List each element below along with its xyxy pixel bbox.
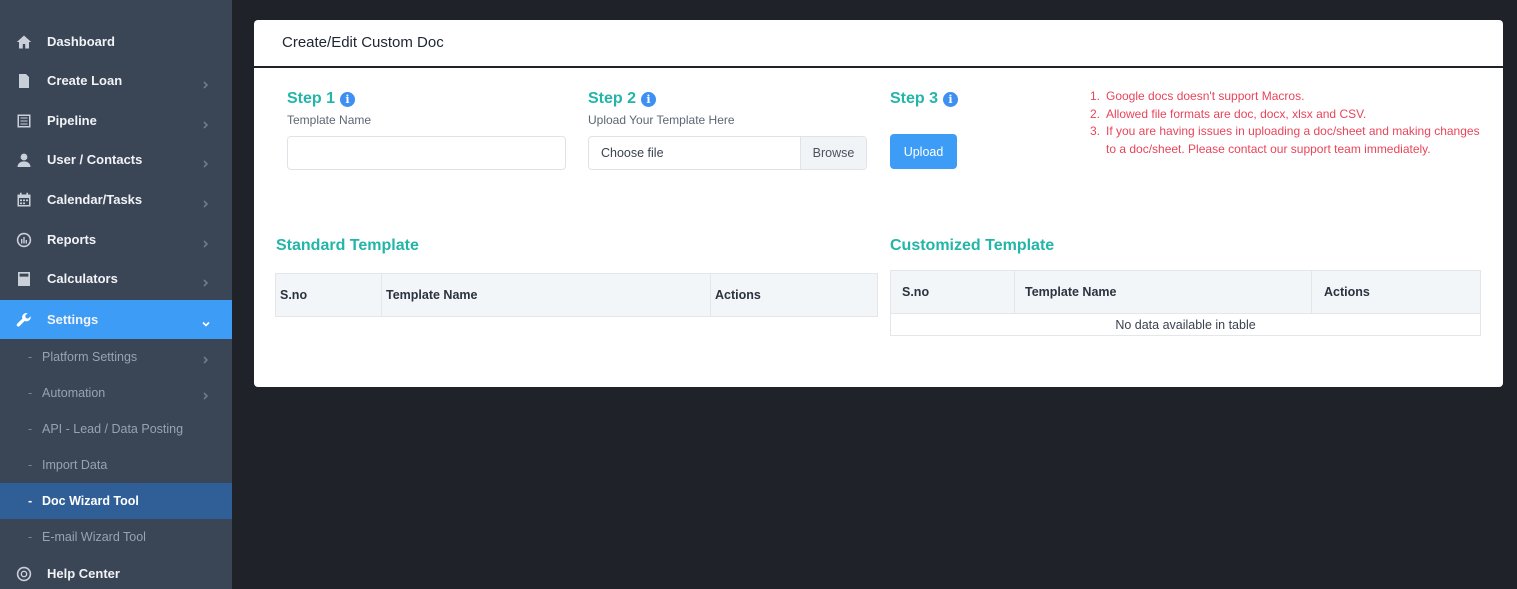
sidebar-item-label: Calendar/Tasks — [47, 192, 143, 207]
step2-title: Step 2 i — [588, 90, 657, 108]
sidebar-subitem-label: API - Lead / Data Posting — [42, 422, 184, 436]
chevron-right-icon — [202, 117, 210, 129]
template-file-input[interactable]: Choose file Browse — [588, 136, 867, 170]
sidebar-subitem-api-lead-data-posting[interactable]: - API - Lead / Data Posting — [0, 411, 232, 447]
file-input-label: Choose file — [601, 146, 664, 160]
empty-table-message: No data available in table — [891, 313, 1480, 335]
column-header-sno[interactable]: S.no — [891, 271, 1015, 313]
column-header-template-name[interactable]: Template Name — [1015, 271, 1312, 313]
sidebar-subitem-label: Import Data — [42, 458, 108, 472]
info-icon[interactable]: i — [641, 91, 657, 107]
column-header-template-name[interactable]: Template Name — [382, 274, 711, 316]
calculator-icon — [16, 271, 32, 287]
sidebar-item-help-center[interactable]: Help Center — [0, 554, 232, 589]
sidebar-item-label: Settings — [47, 312, 99, 327]
list-icon — [16, 113, 32, 129]
sidebar-subitem-label: Platform Settings — [42, 350, 138, 364]
step1-label: Step 1 — [287, 90, 336, 107]
step3-label: Step 3 — [890, 90, 939, 107]
column-header-sno[interactable]: S.no — [276, 274, 382, 316]
sidebar-subitem-label: E-mail Wizard Tool — [42, 530, 146, 544]
note-item: 1. Google docs doesn't support Macros. — [1090, 89, 1305, 103]
customized-template-table: S.no Template Name Actions No data avail… — [890, 270, 1481, 336]
sidebar-subitem-email-wizard-tool[interactable]: - E-mail Wizard Tool — [0, 519, 232, 555]
sidebar-item-reports[interactable]: Reports — [0, 220, 232, 259]
chevron-right-icon — [202, 156, 210, 168]
sidebar-item-pipeline[interactable]: Pipeline — [0, 101, 232, 140]
sidebar-item-dashboard[interactable]: Dashboard — [0, 22, 232, 61]
step2-subtitle: Upload Your Template Here — [588, 113, 735, 127]
calendar-icon — [16, 192, 32, 208]
chevron-right-icon — [202, 77, 210, 89]
sidebar-item-label: User / Contacts — [47, 152, 143, 167]
page-title: Create/Edit Custom Doc — [282, 34, 444, 51]
page-header: Create/Edit Custom Doc — [254, 20, 1503, 66]
note-item: 3. If you are having issues in uploading … — [1090, 124, 1480, 156]
content-card: Step 1 i Template Name Step 2 i Upload Y… — [254, 68, 1503, 387]
chevron-right-icon — [202, 353, 210, 364]
sidebar-subitem-platform-settings[interactable]: - Platform Settings — [0, 339, 232, 375]
sidebar-item-label: Reports — [47, 232, 97, 247]
chart-icon — [16, 232, 32, 248]
sidebar-item-user-contacts[interactable]: User / Contacts — [0, 140, 232, 179]
sidebar-item-label: Create Loan — [47, 73, 123, 88]
sidebar-item-create-loan[interactable]: Create Loan — [0, 61, 232, 100]
user-icon — [16, 152, 32, 168]
column-header-actions[interactable]: Actions — [1312, 271, 1480, 313]
chevron-right-icon — [202, 389, 210, 400]
sidebar-subitem-doc-wizard-tool[interactable]: - Doc Wizard Tool — [0, 483, 232, 519]
sidebar-subitem-label: Doc Wizard Tool — [42, 494, 139, 508]
sidebar-subitem-label: Automation — [42, 386, 106, 400]
step1-subtitle: Template Name — [287, 113, 372, 127]
step3-title: Step 3 i — [890, 90, 959, 108]
upload-button[interactable]: Upload — [890, 134, 957, 169]
upload-notes: 1. Google docs doesn't support Macros. 2.… — [1090, 88, 1480, 158]
home-icon — [16, 34, 32, 50]
step1-title: Step 1 i — [287, 90, 356, 108]
sidebar: Dashboard Create Loan Pipeline User / Co… — [0, 0, 232, 589]
column-header-actions[interactable]: Actions — [711, 274, 877, 316]
info-icon[interactable]: i — [340, 91, 356, 107]
sidebar-item-label: Pipeline — [47, 113, 97, 128]
chevron-right-icon — [202, 196, 210, 208]
sidebar-subitem-import-data[interactable]: - Import Data — [0, 447, 232, 483]
browse-button[interactable]: Browse — [800, 137, 866, 169]
template-name-input[interactable] — [287, 136, 566, 170]
chevron-down-icon — [202, 316, 210, 327]
standard-template-title: Standard Template — [276, 237, 419, 254]
sidebar-item-label: Dashboard — [47, 34, 115, 49]
table-header: S.no Template Name Actions — [891, 271, 1480, 313]
step2-label: Step 2 — [588, 90, 637, 107]
sidebar-item-calculators[interactable]: Calculators — [0, 259, 232, 298]
sidebar-item-label: Help Center — [47, 566, 120, 581]
sidebar-item-calendar-tasks[interactable]: Calendar/Tasks — [0, 180, 232, 219]
wrench-icon — [16, 312, 32, 328]
table-header: S.no Template Name Actions — [276, 274, 877, 316]
customized-template-title: Customized Template — [890, 237, 1055, 254]
sidebar-item-settings[interactable]: Settings — [0, 300, 232, 339]
note-item: 2. Allowed file formats are doc, docx, xl… — [1090, 106, 1367, 121]
sidebar-item-label: Calculators — [47, 271, 118, 286]
lifebuoy-icon — [16, 566, 32, 582]
standard-template-table: S.no Template Name Actions — [275, 273, 878, 317]
sidebar-subitem-automation[interactable]: - Automation — [0, 375, 232, 411]
chevron-right-icon — [202, 236, 210, 248]
document-icon — [16, 73, 32, 89]
chevron-right-icon — [202, 275, 210, 287]
info-icon[interactable]: i — [943, 91, 959, 107]
